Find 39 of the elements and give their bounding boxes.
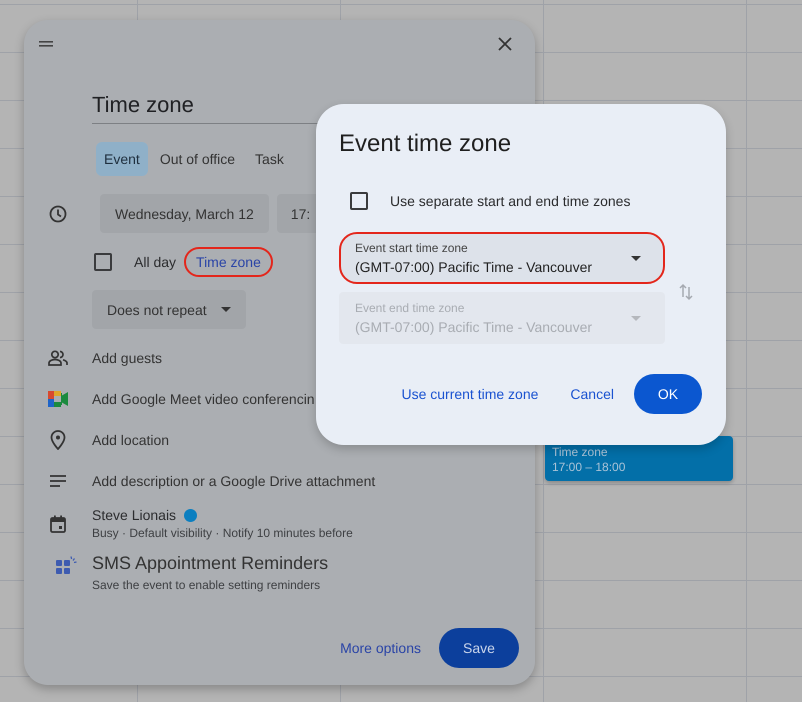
checkbox[interactable]	[94, 253, 112, 271]
sms-subtitle: Save the event to enable setting reminders	[92, 578, 322, 592]
checkbox-label: Use separate start and end time zones	[390, 193, 630, 209]
checkbox[interactable]	[350, 192, 368, 210]
dialog-title: Event time zone	[339, 130, 512, 158]
clock-icon	[49, 204, 67, 222]
caret-icon	[631, 316, 641, 320]
option-label[interactable]: Add guests	[92, 350, 162, 366]
event-type-tab[interactable]: Event	[96, 142, 148, 176]
event-type-tab[interactable]: Task	[247, 142, 292, 176]
date-button[interactable]: Wednesday, March 12	[100, 194, 269, 233]
time-zone-link[interactable]: Time zone	[184, 247, 273, 277]
close-icon[interactable]	[498, 37, 512, 51]
recurrence-dropdown[interactable]: Does not repeat	[92, 290, 246, 329]
option-label[interactable]: Add location	[92, 432, 170, 448]
more-options-link[interactable]: More options	[340, 640, 421, 656]
save-button[interactable]: Save	[439, 628, 519, 668]
location-pin-icon	[50, 430, 66, 450]
text-lines-icon	[50, 474, 66, 486]
calendar-details: Busy · Default visibility · Notify 10 minutes before	[92, 526, 353, 540]
people-icon	[48, 350, 68, 366]
caret-icon	[220, 307, 231, 312]
sms-title: SMS Appointment Reminders	[92, 553, 328, 574]
all-day-label: All day	[134, 254, 176, 270]
event-time: 17:00 – 18:00	[552, 460, 626, 475]
ok-button[interactable]: OK	[634, 374, 702, 414]
event-type-tab[interactable]: Out of office	[152, 142, 244, 176]
caret-icon	[631, 256, 641, 260]
calendar-name[interactable]: Steve Lionais	[92, 507, 176, 523]
text-button[interactable]: Use current time zone	[389, 376, 550, 412]
text-button[interactable]: Cancel	[558, 376, 626, 412]
video-camera-icon	[48, 390, 68, 406]
time-zone-select[interactable]: Event start time zone (GMT-07:00) Pacific Time - Vancouver	[339, 232, 665, 284]
option-label[interactable]: Add Google Meet video conferencin	[92, 390, 315, 406]
option-label[interactable]: Add description or a Google Drive attachment	[92, 472, 376, 488]
event-title: Time zone	[552, 445, 609, 460]
calendar-icon	[50, 514, 66, 532]
app-grid-icon	[56, 555, 78, 575]
drag-handle-icon[interactable]	[38, 40, 54, 48]
